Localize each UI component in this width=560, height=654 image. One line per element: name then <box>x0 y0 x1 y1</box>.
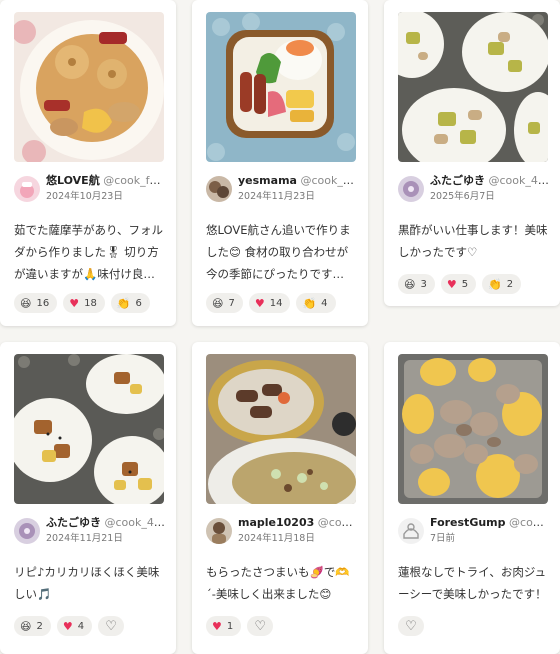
author-name[interactable]: yesmama <box>238 174 297 187</box>
add-reaction-icon: ♡ <box>405 618 417 634</box>
tsukurepo-card[interactable]: yesmama @cook_4… 2024年11月23日 悠LOVE航さん追いで… <box>192 0 368 326</box>
reaction-clap-button[interactable]: 👏 4 <box>296 293 336 313</box>
reaction-count: 2 <box>36 620 43 632</box>
comment-text[interactable]: 黒酢がいい仕事します！美味しかったです♡ <box>398 219 550 263</box>
add-reaction-button[interactable]: ♡ <box>247 616 274 636</box>
author-name[interactable]: 悠LOVE航 <box>46 174 100 187</box>
heart-icon: ♥ <box>69 296 80 310</box>
reaction-count: 4 <box>77 620 85 632</box>
reactions: 😆 16 ♥ 18 👏 6 <box>14 293 150 313</box>
author-handle: @cook… <box>509 516 550 529</box>
post-date: 7日前 <box>430 533 456 544</box>
reaction-count: 4 <box>321 297 328 309</box>
reaction-heart-button[interactable]: ♥ 4 <box>56 616 93 636</box>
grin-icon: 😆 <box>20 619 32 633</box>
add-reaction-button[interactable]: ♡ <box>398 616 424 636</box>
reaction-heart-button[interactable]: ♥ 18 <box>63 293 105 313</box>
dish-photo[interactable] <box>14 12 164 162</box>
grin-icon: 😆 <box>20 296 32 310</box>
clap-icon: 👏 <box>116 296 131 310</box>
heart-icon: ♥ <box>62 619 73 633</box>
avatar[interactable] <box>398 518 424 544</box>
avatar[interactable] <box>14 518 40 544</box>
reaction-clap-button[interactable]: 👏 6 <box>110 293 150 313</box>
author-handle: @cook_fo… <box>103 174 166 187</box>
reactions: 😆 2 ♥ 4 ♡ <box>14 616 125 636</box>
tsukurepo-card[interactable]: ForestGump @cook… 7日前 蓮根なしでトライ、お肉ジューシーで美… <box>384 342 560 654</box>
avatar[interactable] <box>206 176 232 202</box>
avatar[interactable] <box>14 176 40 202</box>
tsukurepo-card[interactable]: maple10203 @cook… 2024年11月18日 もらったさつまいも🍠… <box>192 342 368 654</box>
reaction-heart-button[interactable]: ♥ 5 <box>440 274 477 294</box>
comment-text[interactable]: リピ♪カリカリほくほく美味しい🎵 <box>14 561 166 605</box>
reaction-count: 7 <box>228 297 235 309</box>
author-handle: @cook_4… <box>300 174 358 187</box>
tsukurepo-card[interactable]: ふたごゆき @cook_40… 2025年6月7日 黒酢がいい仕事します！美味し… <box>384 0 560 306</box>
add-reaction-icon: ♡ <box>254 618 267 634</box>
comment-text[interactable]: 蓮根なしでトライ、お肉ジューシーで美味しかったです！ <box>398 561 550 605</box>
tsukurepo-card[interactable]: ふたごゆき @cook_40… 2024年11月21日 リピ♪カリカリほくほく美… <box>0 342 176 654</box>
reaction-count: 18 <box>84 297 97 309</box>
clap-icon: 👏 <box>488 277 502 291</box>
author-handle: @cook_40… <box>104 516 167 529</box>
dish-photo[interactable] <box>206 12 356 162</box>
reactions: 😆 3 ♥ 5 👏 2 <box>398 274 522 294</box>
author-handle: @cook_40… <box>488 174 551 187</box>
author-name[interactable]: ふたごゆき <box>430 174 485 187</box>
dish-photo[interactable] <box>398 12 548 162</box>
reaction-grin-button[interactable]: 😆 2 <box>14 616 51 636</box>
reactions: ♥ 1 ♡ <box>206 616 274 636</box>
author-name[interactable]: ふたごゆき <box>46 516 101 529</box>
post-date: 2025年6月7日 <box>430 191 495 202</box>
grin-icon: 😆 <box>404 277 416 291</box>
reaction-count: 5 <box>461 278 469 290</box>
comment-text[interactable]: 悠LOVE航さん追いで作りました😊 食材の取り合わせが今の季節にぴったりです💕オ… <box>206 219 358 285</box>
post-date: 2024年11月18日 <box>238 533 315 544</box>
comment-text[interactable]: 茹でた薩摩芋があり、フォルダから作りました🎖 切り方が違いますが🙏味付け良く、と… <box>14 219 166 285</box>
author-name[interactable]: maple10203 <box>238 516 314 529</box>
dish-photo[interactable] <box>14 354 164 504</box>
heart-icon: ♥ <box>254 296 265 310</box>
reaction-heart-button[interactable]: ♥ 14 <box>248 293 291 313</box>
comment-text[interactable]: もらったさつまいも🍠で🫶´-美味しく出来ました😊 <box>206 561 358 605</box>
avatar[interactable] <box>206 518 232 544</box>
author-handle: @cook… <box>317 516 358 529</box>
clap-icon: 👏 <box>302 296 317 310</box>
grin-icon: 😆 <box>212 296 224 310</box>
reaction-count: 16 <box>36 297 50 309</box>
reaction-grin-button[interactable]: 😆 16 <box>14 293 58 313</box>
avatar[interactable] <box>398 176 424 202</box>
reactions: 😆 7 ♥ 14 👏 4 <box>206 293 336 313</box>
tsukurepo-card[interactable]: 悠LOVE航 @cook_fo… 2024年10月23日 茹でた薩摩芋があり、フ… <box>0 0 176 326</box>
author-name[interactable]: ForestGump <box>430 516 506 529</box>
reaction-clap-button[interactable]: 👏 2 <box>482 274 522 294</box>
post-date: 2024年11月23日 <box>238 191 315 202</box>
add-reaction-icon: ♡ <box>105 618 117 634</box>
reaction-grin-button[interactable]: 😆 7 <box>206 293 243 313</box>
reaction-count: 6 <box>135 297 142 309</box>
add-reaction-button[interactable]: ♡ <box>98 616 125 636</box>
reaction-count: 2 <box>506 278 514 290</box>
heart-icon: ♥ <box>446 277 457 291</box>
heart-icon: ♥ <box>212 619 222 633</box>
dish-photo[interactable] <box>206 354 356 504</box>
dish-photo[interactable] <box>398 354 548 504</box>
post-date: 2024年10月23日 <box>46 191 123 202</box>
reaction-heart-button[interactable]: ♥ 1 <box>206 616 242 636</box>
reactions: ♡ <box>398 616 424 636</box>
reaction-count: 3 <box>420 278 427 290</box>
post-date: 2024年11月21日 <box>46 533 123 544</box>
reaction-count: 1 <box>226 620 234 632</box>
reaction-grin-button[interactable]: 😆 3 <box>398 274 435 294</box>
reaction-count: 14 <box>269 297 283 309</box>
